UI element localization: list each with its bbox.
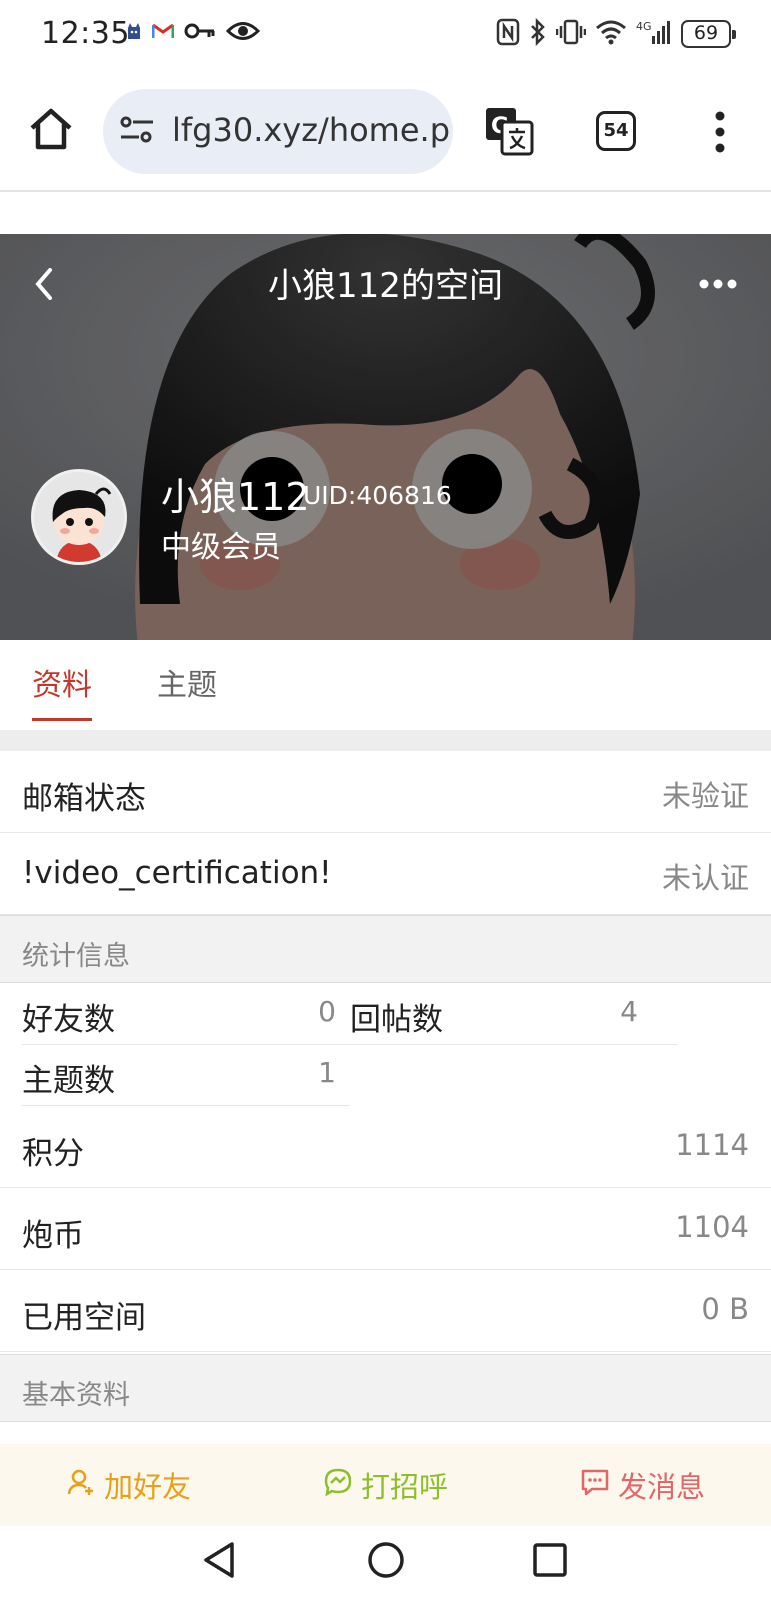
username: 小狼112 — [161, 475, 310, 519]
row-value: 未验证 — [661, 779, 749, 813]
page-title: 小狼112的空间 — [268, 266, 503, 306]
section-title: 基本资料 — [22, 1380, 130, 1411]
bluetooth-icon — [529, 17, 547, 50]
stat-threads: 主题数 1 — [22, 1045, 350, 1106]
greet-label: 打招呼 — [360, 1470, 448, 1504]
stat-value: 1 — [318, 1056, 336, 1089]
vibrate-icon — [555, 18, 587, 50]
active-tab-indicator — [32, 718, 92, 721]
stat-replies: 回帖数 4 — [350, 984, 678, 1045]
row-label: 积分 — [22, 1136, 84, 1172]
add-friend-button[interactable]: 加好友 — [0, 1444, 257, 1526]
more-options-button[interactable] — [698, 272, 738, 296]
eye-icon — [225, 20, 261, 46]
row-value: 未认证 — [661, 861, 749, 895]
url-text[interactable]: lfg30.xyz/home.p — [172, 111, 450, 149]
bottom-action-bar: 加好友 打招呼 发消息 — [0, 1444, 771, 1526]
add-friend-label: 加好友 — [103, 1470, 191, 1504]
system-navigation-bar — [0, 1526, 771, 1600]
nfc-icon — [496, 18, 520, 50]
profile-tabs: 资料 主题 — [0, 640, 771, 730]
add-user-icon — [66, 1467, 96, 1504]
wifi-icon — [595, 19, 627, 49]
tab-threads[interactable]: 主题 — [157, 660, 217, 704]
site-settings-icon[interactable] — [119, 115, 155, 149]
tab-profile-info[interactable]: 资料 — [32, 660, 92, 704]
send-message-label: 发消息 — [617, 1470, 705, 1504]
browser-toolbar: lfg30.xyz/home.p G 54 — [0, 72, 771, 192]
divider-band — [0, 730, 771, 751]
status-time: 12:35 — [41, 16, 130, 51]
send-message-button[interactable]: 发消息 — [514, 1444, 771, 1526]
browser-menu-button[interactable] — [700, 110, 740, 154]
row-value: 1104 — [675, 1210, 749, 1244]
profile-header: 小狼112的空间 小狼112 UID:406816 中级会员 — [0, 234, 771, 640]
stat-label: 主题数 — [22, 1063, 115, 1099]
points-row: 积分 1114 — [0, 1106, 771, 1188]
gmail-icon — [151, 23, 175, 43]
app-notification-icon — [126, 22, 142, 44]
messenger-icon — [323, 1467, 353, 1504]
member-level: 中级会员 — [161, 530, 281, 565]
row-label: 已用空间 — [22, 1300, 146, 1336]
key-icon — [184, 22, 216, 44]
user-id: UID:406816 — [303, 481, 452, 510]
translate-button[interactable]: G — [484, 106, 534, 156]
video-certification-row: !video_certification! 未认证 — [0, 833, 771, 915]
stat-value: 0 — [318, 995, 336, 1028]
email-status-row: 邮箱状态 未验证 — [0, 751, 771, 833]
coins-row: 炮币 1104 — [0, 1188, 771, 1270]
tab-switcher-button[interactable]: 54 — [596, 111, 636, 151]
greet-button[interactable]: 打招呼 — [257, 1444, 514, 1526]
svg-text:4G: 4G — [636, 20, 652, 33]
stat-label: 好友数 — [22, 1002, 115, 1038]
address-bar[interactable]: lfg30.xyz/home.p — [103, 89, 453, 174]
row-value: 0 B — [701, 1292, 749, 1326]
nav-recent-apps-icon[interactable] — [532, 1542, 568, 1582]
row-value: 1114 — [675, 1128, 749, 1162]
row-label: 邮箱状态 — [22, 781, 146, 817]
stat-value: 4 — [620, 995, 638, 1028]
stat-friends: 好友数 0 — [22, 984, 350, 1045]
section-title: 统计信息 — [22, 941, 130, 972]
stat-label: 回帖数 — [350, 1002, 443, 1038]
status-bar: 12:35 4G 69 — [0, 0, 771, 72]
battery-indicator: 69 — [681, 20, 736, 48]
home-button[interactable] — [26, 104, 76, 154]
section-header-basic-info: 基本资料 — [0, 1354, 771, 1422]
row-label: 炮币 — [22, 1218, 84, 1254]
message-icon — [580, 1467, 610, 1504]
nav-home-icon[interactable] — [366, 1540, 406, 1584]
nav-back-icon[interactable] — [202, 1540, 238, 1584]
row-label: !video_certification! — [22, 855, 332, 891]
used-space-row: 已用空间 0 B — [0, 1270, 771, 1352]
section-header-stats: 统计信息 — [0, 915, 771, 983]
avatar[interactable] — [31, 469, 127, 565]
signal-icon: 4G — [636, 18, 672, 50]
